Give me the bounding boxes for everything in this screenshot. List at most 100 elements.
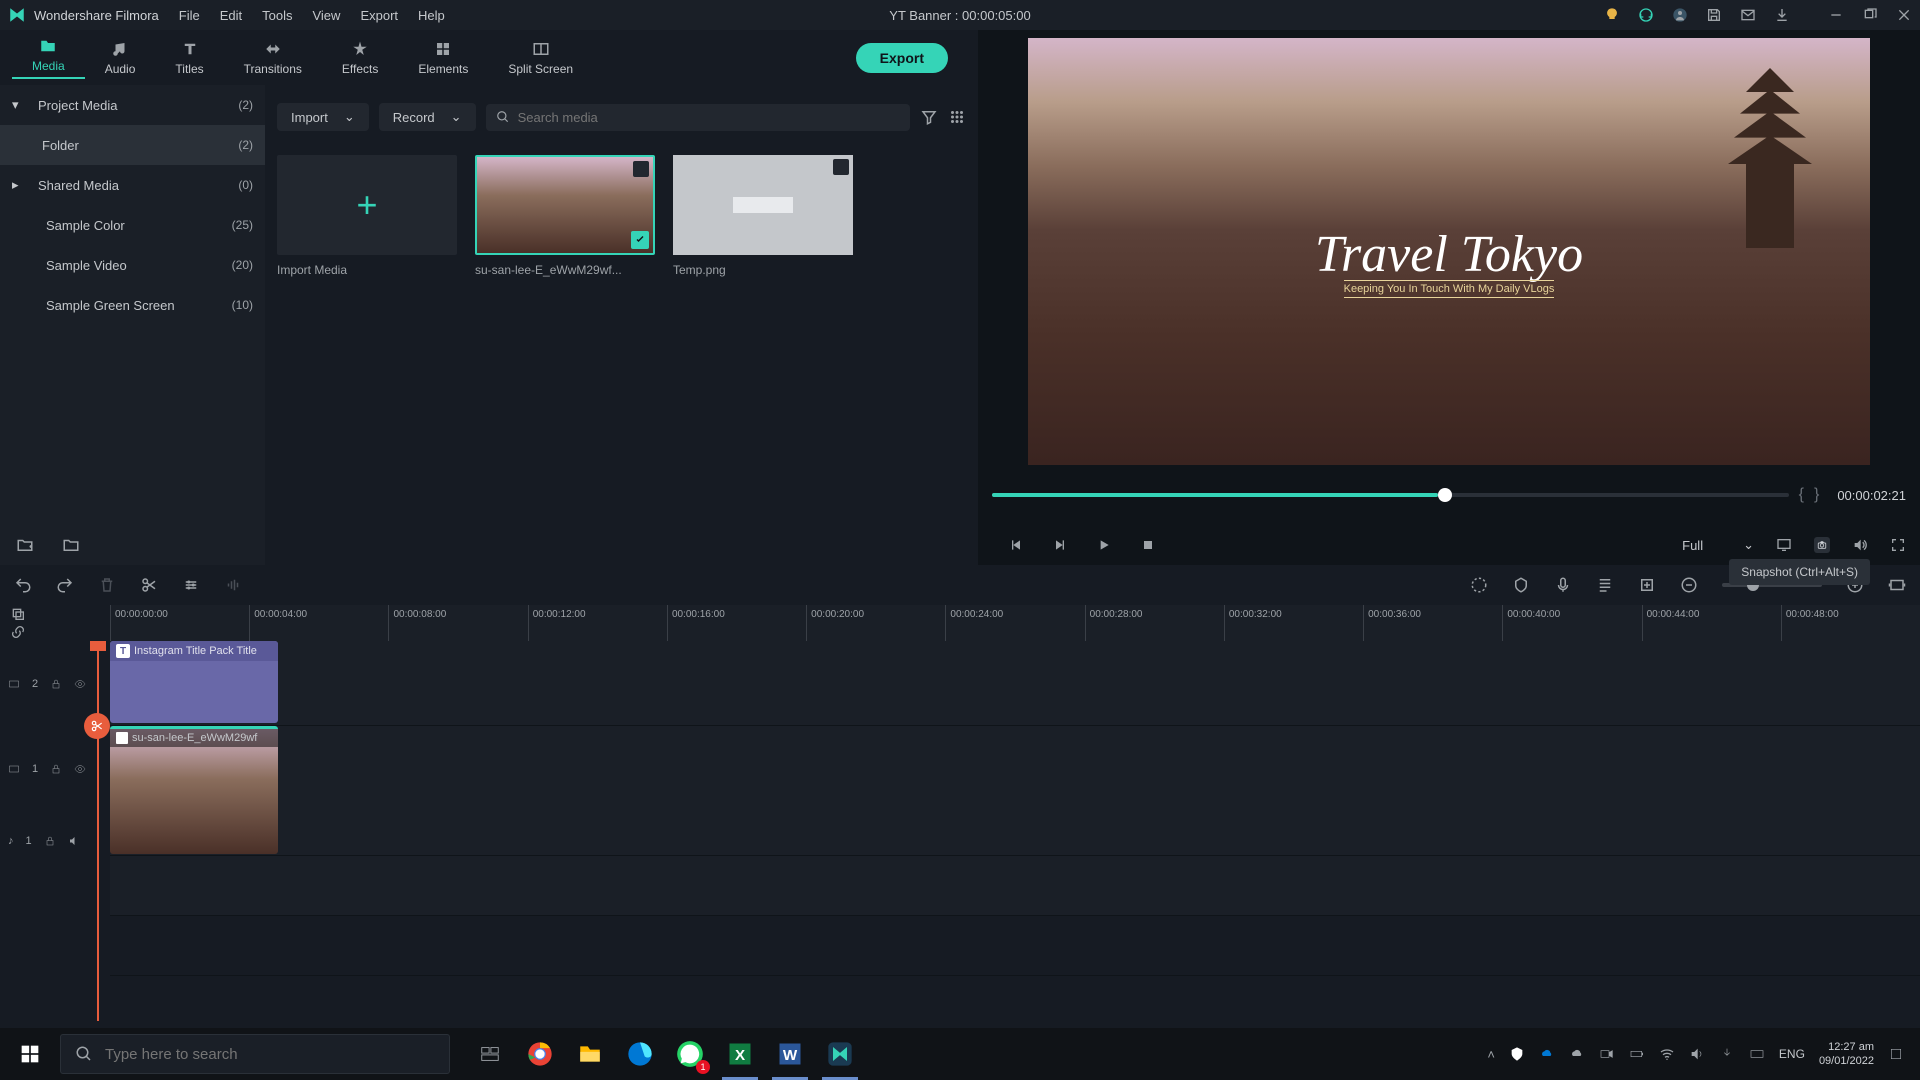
meet-now-icon[interactable] <box>1599 1046 1615 1062</box>
volume-icon[interactable] <box>1852 537 1868 553</box>
media-import-tile[interactable]: + Import Media <box>277 155 457 277</box>
menu-export[interactable]: Export <box>360 8 398 23</box>
tab-elements[interactable]: Elements <box>398 40 488 76</box>
progress-track[interactable] <box>992 493 1789 497</box>
eye-icon[interactable] <box>74 763 86 775</box>
import-dropdown[interactable]: Import ⌄ <box>277 103 369 131</box>
media-item-image[interactable]: su-san-lee-E_eWwM29wf... <box>475 155 655 277</box>
clip-title[interactable]: T Instagram Title Pack Title <box>110 641 278 723</box>
playhead-head[interactable] <box>90 641 106 651</box>
notifications-icon[interactable] <box>1888 1046 1904 1062</box>
export-button[interactable]: Export <box>856 43 948 73</box>
undo-icon[interactable] <box>14 576 32 594</box>
record-dropdown[interactable]: Record ⌄ <box>379 103 476 131</box>
play-icon[interactable] <box>1096 537 1112 553</box>
cloud-icon[interactable] <box>1569 1046 1585 1062</box>
minimize-icon[interactable] <box>1828 7 1844 23</box>
taskbar-search[interactable] <box>60 1034 450 1074</box>
search-media-input[interactable] <box>486 104 910 131</box>
menu-edit[interactable]: Edit <box>220 8 242 23</box>
delete-icon[interactable] <box>98 576 116 594</box>
track-row-audio[interactable] <box>110 856 1920 916</box>
tab-split-screen[interactable]: Split Screen <box>488 40 593 76</box>
timeline-ruler[interactable]: 00:00:00:00 00:00:04:00 00:00:08:00 00:0… <box>110 605 1920 641</box>
tab-audio[interactable]: Audio <box>85 40 156 76</box>
filter-icon[interactable] <box>920 108 938 126</box>
clock[interactable]: 12:27 am 09/01/2022 <box>1819 1040 1874 1069</box>
language-indicator[interactable]: ENG <box>1779 1047 1805 1061</box>
account-icon[interactable] <box>1672 7 1688 23</box>
media-item-temp[interactable]: Temp.png <box>673 155 853 277</box>
chrome-icon[interactable] <box>518 1032 562 1076</box>
sidebar-item-folder[interactable]: Folder (2) <box>0 125 265 165</box>
word-icon[interactable]: W <box>768 1032 812 1076</box>
sidebar-item-sample-video[interactable]: ▸ Sample Video (20) <box>0 245 265 285</box>
menu-view[interactable]: View <box>312 8 340 23</box>
marker-icon[interactable] <box>1512 576 1530 594</box>
sidebar-item-project-media[interactable]: ▾ Project Media (2) <box>0 85 265 125</box>
folder-open-icon[interactable] <box>62 536 80 554</box>
sound-icon[interactable] <box>1689 1046 1705 1062</box>
excel-icon[interactable]: X <box>718 1032 762 1076</box>
next-frame-icon[interactable] <box>1052 537 1068 553</box>
task-view-icon[interactable] <box>468 1032 512 1076</box>
support-icon[interactable] <box>1638 7 1654 23</box>
mixer-icon[interactable] <box>1596 576 1614 594</box>
prev-frame-icon[interactable] <box>1008 537 1024 553</box>
eye-icon[interactable] <box>74 678 86 690</box>
filmora-taskbar-icon[interactable] <box>818 1032 862 1076</box>
zoom-fit-icon[interactable] <box>1888 576 1906 594</box>
mail-icon[interactable] <box>1740 7 1756 23</box>
tips-icon[interactable] <box>1604 7 1620 23</box>
progress-handle[interactable] <box>1438 488 1452 502</box>
edge-icon[interactable] <box>618 1032 662 1076</box>
playhead-scissors-icon[interactable] <box>84 713 110 739</box>
lock-icon[interactable] <box>44 835 56 847</box>
stop-icon[interactable] <box>1140 537 1156 553</box>
link-icon[interactable] <box>10 624 26 640</box>
speaker-icon[interactable] <box>68 835 80 847</box>
fullscreen-icon[interactable] <box>1890 537 1906 553</box>
voiceover-icon[interactable] <box>1554 576 1572 594</box>
input-icon[interactable] <box>1719 1046 1735 1062</box>
close-icon[interactable] <box>1896 7 1912 23</box>
render-icon[interactable] <box>1470 576 1488 594</box>
security-icon[interactable] <box>1509 1046 1525 1062</box>
whatsapp-icon[interactable]: 1 <box>668 1032 712 1076</box>
display-icon[interactable] <box>1776 537 1792 553</box>
tray-expand-icon[interactable]: ˄ <box>1487 1047 1495 1062</box>
clip-video[interactable]: su-san-lee-E_eWwM29wf <box>110 726 278 854</box>
split-icon[interactable] <box>140 576 158 594</box>
sidebar-item-sample-color[interactable]: ▸ Sample Color (25) <box>0 205 265 245</box>
add-marker-icon[interactable] <box>1638 576 1656 594</box>
audio-edit-icon[interactable] <box>224 576 242 594</box>
zoom-out-icon[interactable] <box>1680 576 1698 594</box>
maximize-icon[interactable] <box>1862 7 1878 23</box>
start-button[interactable] <box>4 1028 56 1080</box>
quality-dropdown[interactable]: Full ⌄ <box>1682 537 1754 553</box>
adjust-icon[interactable] <box>182 576 200 594</box>
keyboard-icon[interactable] <box>1749 1046 1765 1062</box>
download-icon[interactable] <box>1774 7 1790 23</box>
menu-file[interactable]: File <box>179 8 200 23</box>
duplicate-icon[interactable] <box>10 606 26 622</box>
tab-media[interactable]: Media <box>12 37 85 79</box>
battery-icon[interactable] <box>1629 1046 1645 1062</box>
preview-video[interactable]: Travel Tokyo Keeping You In Touch With M… <box>1028 38 1870 465</box>
grid-view-icon[interactable] <box>948 108 966 126</box>
sidebar-item-sample-green-screen[interactable]: ▸ Sample Green Screen (10) <box>0 285 265 325</box>
mark-out-icon[interactable]: } <box>1814 486 1819 504</box>
snapshot-icon[interactable] <box>1814 537 1830 553</box>
tab-effects[interactable]: Effects <box>322 40 398 76</box>
new-folder-icon[interactable] <box>16 536 34 554</box>
wifi-icon[interactable] <box>1659 1046 1675 1062</box>
track-row-empty[interactable] <box>110 916 1920 976</box>
tab-titles[interactable]: Titles <box>155 40 223 76</box>
tab-transitions[interactable]: Transitions <box>224 40 322 76</box>
playhead-line[interactable] <box>97 641 99 1021</box>
track-row-video[interactable]: su-san-lee-E_eWwM29wf <box>110 726 1920 856</box>
onedrive-icon[interactable] <box>1539 1046 1555 1062</box>
file-explorer-icon[interactable] <box>568 1032 612 1076</box>
menu-tools[interactable]: Tools <box>262 8 292 23</box>
redo-icon[interactable] <box>56 576 74 594</box>
